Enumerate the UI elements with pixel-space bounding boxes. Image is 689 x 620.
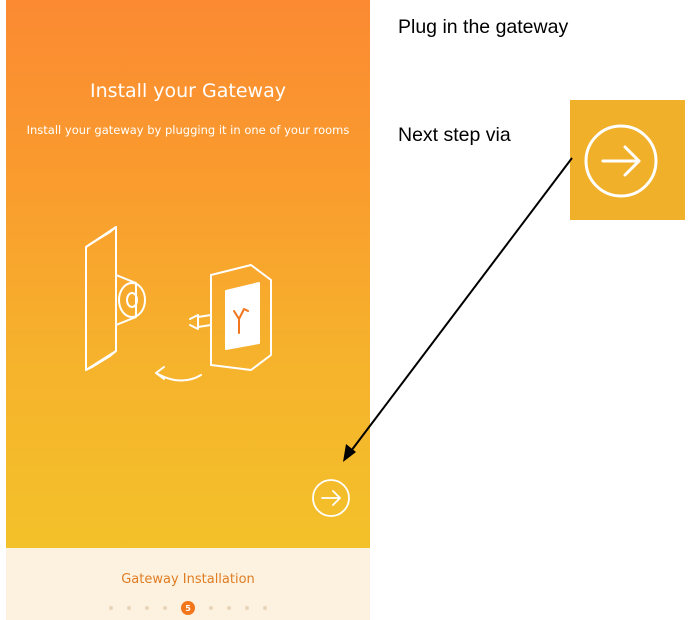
step-indicator: 5 [6, 600, 370, 616]
step-dot [209, 606, 213, 610]
gateway-plug-illustration [85, 226, 272, 382]
step-dot-current: 5 [181, 601, 195, 615]
step-label: Gateway Installation [121, 572, 255, 587]
page-title: Install your Gateway [90, 80, 286, 102]
annotation-plug: Plug in the gateway [398, 16, 569, 38]
footer-bar: Gateway Installation 5 [6, 548, 370, 620]
step-dot [263, 606, 267, 610]
annotation-next: Next step via [398, 124, 511, 146]
next-step-button[interactable] [311, 478, 351, 518]
step-dot [227, 606, 231, 610]
step-dot [145, 606, 149, 610]
page-subtitle: Install your gateway by plugging it in o… [26, 123, 350, 137]
step-dot [109, 606, 113, 610]
step-dot [245, 606, 249, 610]
phone-screen: Install your Gateway Install your gatewa… [6, 0, 370, 620]
next-button-zoom [570, 100, 685, 220]
step-dot [127, 606, 131, 610]
onboarding-screen: Install your Gateway Install your gatewa… [6, 0, 370, 548]
step-dot [163, 606, 167, 610]
